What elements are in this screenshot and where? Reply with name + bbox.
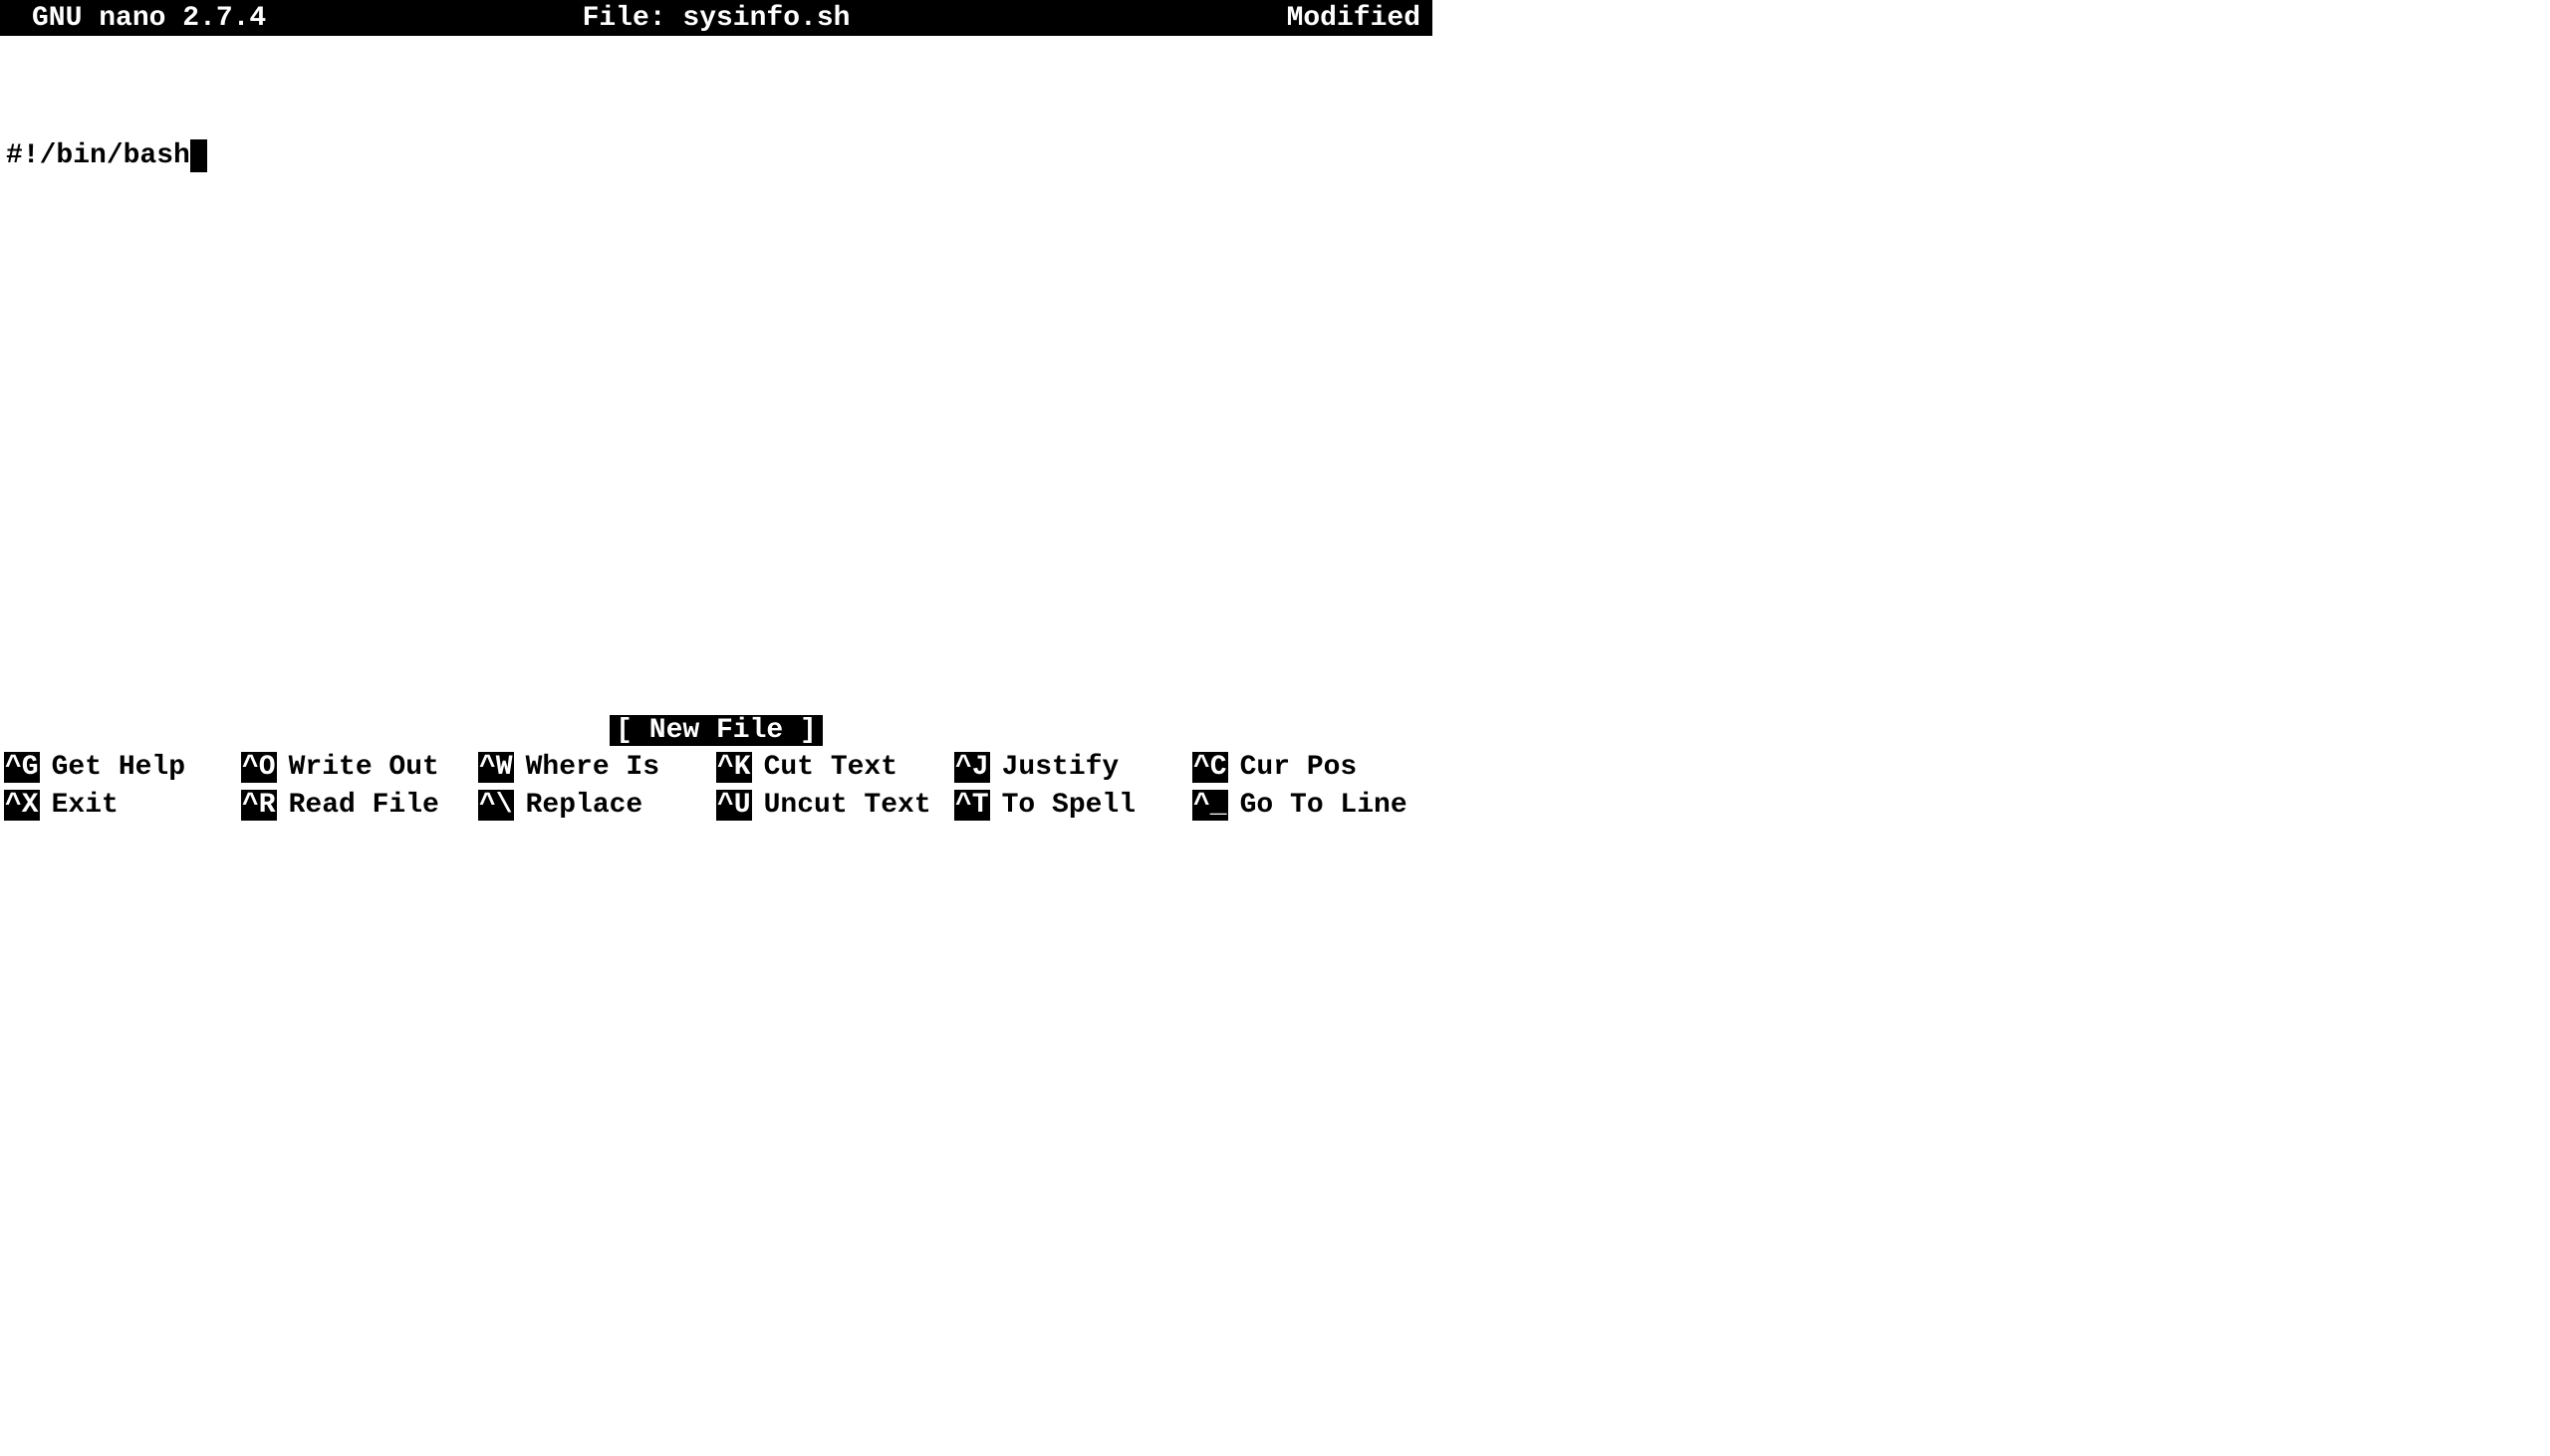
status-message: [ New File ]	[610, 715, 823, 746]
shortcut-key: ^G	[4, 752, 40, 783]
shortcut-cut-text[interactable]: ^K Cut Text	[716, 752, 954, 783]
shortcuts-row-2: ^X Exit ^R Read File ^\ Replace ^U Uncut…	[0, 786, 1432, 824]
shortcut-label: Write Out	[289, 752, 439, 783]
shortcut-key: ^_	[1192, 790, 1228, 821]
shortcut-uncut-text[interactable]: ^U Uncut Text	[716, 790, 954, 821]
shortcuts-row-1: ^G Get Help ^O Write Out ^W Where Is ^K …	[0, 748, 1432, 786]
shortcut-label: Where Is	[526, 752, 659, 783]
shortcut-key: ^X	[4, 790, 40, 821]
shortcut-label: Go To Line	[1240, 790, 1407, 821]
text-editor-area[interactable]: #!/bin/bash	[0, 36, 1432, 710]
shortcut-key: ^U	[716, 790, 752, 821]
app-version: GNU nano 2.7.4	[32, 3, 266, 34]
shortcut-label: Uncut Text	[764, 790, 931, 821]
shortcut-to-spell[interactable]: ^T To Spell	[954, 790, 1192, 821]
editor-line-text: #!/bin/bash	[6, 140, 190, 171]
shortcut-label: Cur Pos	[1240, 752, 1358, 783]
shortcut-where-is[interactable]: ^W Where Is	[478, 752, 716, 783]
shortcut-key: ^J	[954, 752, 990, 783]
shortcut-label: Get Help	[52, 752, 185, 783]
shortcut-label: To Spell	[1002, 790, 1136, 821]
status-line: [ New File ]	[0, 712, 1432, 748]
file-name-label: File: sysinfo.sh	[583, 3, 851, 34]
nano-editor-window: GNU nano 2.7.4 File: sysinfo.sh Modified…	[0, 0, 1432, 824]
shortcut-label: Justify	[1002, 752, 1120, 783]
shortcut-key: ^O	[241, 752, 277, 783]
shortcut-key: ^C	[1192, 752, 1228, 783]
shortcuts-bar: ^G Get Help ^O Write Out ^W Where Is ^K …	[0, 748, 1432, 824]
shortcut-label: Cut Text	[764, 752, 897, 783]
shortcut-key: ^R	[241, 790, 277, 821]
shortcut-label: Read File	[289, 790, 439, 821]
text-cursor	[190, 139, 207, 172]
shortcut-replace[interactable]: ^\ Replace	[478, 790, 716, 821]
shortcut-key: ^\	[478, 790, 514, 821]
editor-line-1[interactable]: #!/bin/bash	[6, 137, 1432, 173]
modified-status: Modified	[1287, 3, 1420, 34]
shortcut-label: Exit	[52, 790, 119, 821]
shortcut-write-out[interactable]: ^O Write Out	[241, 752, 478, 783]
shortcut-exit[interactable]: ^X Exit	[4, 790, 241, 821]
title-bar: GNU nano 2.7.4 File: sysinfo.sh Modified	[0, 0, 1432, 36]
shortcut-justify[interactable]: ^J Justify	[954, 752, 1192, 783]
shortcut-key: ^T	[954, 790, 990, 821]
shortcut-key: ^K	[716, 752, 752, 783]
shortcut-get-help[interactable]: ^G Get Help	[4, 752, 241, 783]
shortcut-read-file[interactable]: ^R Read File	[241, 790, 478, 821]
shortcut-label: Replace	[526, 790, 643, 821]
shortcut-key: ^W	[478, 752, 514, 783]
shortcut-go-to-line[interactable]: ^_ Go To Line	[1192, 790, 1430, 821]
shortcut-cur-pos[interactable]: ^C Cur Pos	[1192, 752, 1430, 783]
